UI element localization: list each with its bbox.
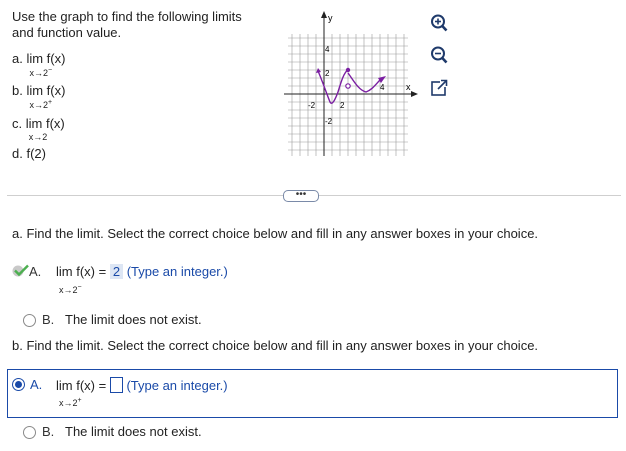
part-letter: d. [12,146,23,161]
part-letter: a. [12,51,23,66]
prompt-line-1: Use the graph to find the following limi… [12,9,242,24]
x-tick-neg2: -2 [308,101,316,110]
sub-text: x→2 [29,100,48,110]
x-tick-4: 4 [380,83,385,92]
radio-button[interactable] [23,314,36,327]
radio-button-selected[interactable] [12,378,25,391]
zoom-in-icon[interactable] [428,12,450,34]
question-b-text: b. Find the limit. Select the correct ch… [12,338,539,353]
y-tick-4: 4 [325,45,330,54]
limit-subscript: x→2+ [59,397,82,408]
radio-button[interactable] [23,426,36,439]
sub-sup: + [47,99,53,106]
choice-letter: A. [30,377,43,392]
limit-subscript: x→2 [29,132,48,142]
part-c: c. lim f(x) x→2 [12,116,65,142]
answer-hint: (Type an integer.) [126,378,228,393]
x-tick-2: 2 [340,101,345,110]
y-axis-label: y [328,13,333,23]
choice-text: The limit does not exist. [65,424,202,439]
limit-text: lim f(x) [26,83,66,98]
limit-subscript: x→2− [59,284,82,295]
function-value-expression: f(2) [26,146,46,161]
sub-sup: − [47,67,53,74]
limit-text: lim f(x) = [56,378,107,393]
part-letter: c. [12,116,23,131]
expand-icon[interactable] [428,77,450,99]
closed-point [345,67,351,73]
limit-subscript: x→2− [29,67,52,78]
limit-expression: lim f(x) x→2 [25,116,65,142]
choice-expression: lim f(x) = (Type an integer.) [56,377,228,393]
part-a: a. lim f(x) x→2− [12,51,66,78]
x-axis-label: x [406,82,411,92]
limit-expression: lim f(x) x→2− [26,51,66,78]
sub-text: x→2 [28,132,48,142]
answer-value: 2 [109,264,124,279]
choice-letter: A. [29,264,42,279]
limit-text: lim f(x) [26,51,66,66]
function-graph: y x 4 2 -2 -2 2 4 [284,11,418,156]
choice-expression: lim f(x) = 2 (Type an integer.) [56,264,228,279]
y-axis-arrow [321,11,327,18]
sub-text: x→2 [59,398,78,408]
sub-sup: − [77,284,82,291]
sub-text: x→2 [59,285,78,295]
part-letter: b. [12,83,23,98]
choice-text: The limit does not exist. [65,312,202,327]
answer-hint: (Type an integer.) [126,264,228,279]
prompt-line-2: and function value. [12,25,122,40]
part-b: b. lim f(x) x→2+ [12,83,66,110]
y-tick-2: 2 [325,69,330,78]
zoom-out-icon[interactable] [428,44,450,66]
graph-grid [288,34,408,156]
choice-letter: B. [42,424,55,439]
problem-prompt: Use the graph to find the following limi… [12,9,252,41]
question-a-text: a. Find the limit. Select the correct ch… [12,226,539,241]
limit-text: lim f(x) = [56,264,107,279]
part-d: d. f(2) [12,146,46,161]
x-axis-arrow [411,91,418,97]
choice-letter: B. [42,312,55,327]
more-button[interactable]: ••• [283,190,319,202]
answer-input[interactable] [109,377,123,393]
limit-text: lim f(x) [25,116,65,131]
limit-expression: lim f(x) x→2+ [26,83,66,110]
sub-text: x→2 [29,68,48,78]
sub-sup: + [77,397,82,404]
open-point [345,83,351,89]
y-tick-neg2: -2 [325,117,333,126]
limit-subscript: x→2+ [29,99,52,110]
